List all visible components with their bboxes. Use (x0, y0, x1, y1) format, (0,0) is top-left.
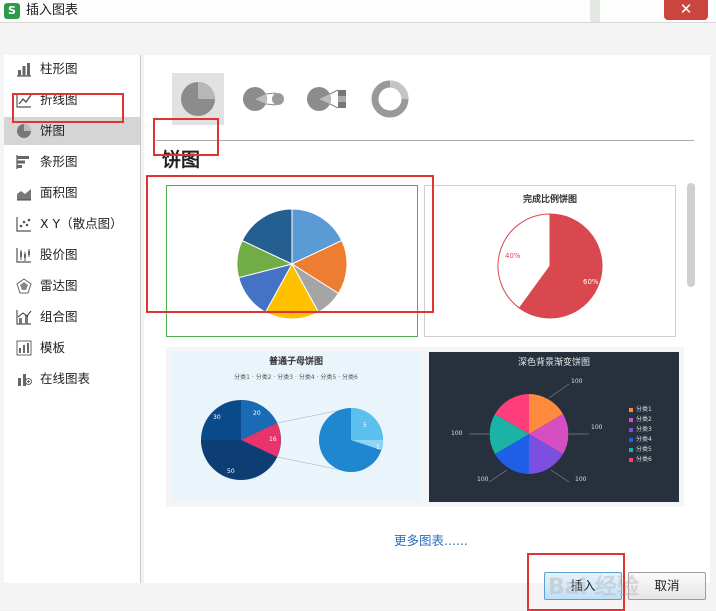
template-title: 普通子母饼图 (268, 357, 323, 367)
value-label: 100 (571, 378, 583, 385)
pie-label: 30 (213, 414, 221, 421)
pie-chart-preview (236, 208, 348, 320)
value-label: 100 (591, 424, 603, 431)
sidebar-item-stock[interactable]: 股价图 (4, 241, 140, 269)
legend-item: 分类5 (636, 446, 652, 453)
doughnut-icon (371, 80, 409, 118)
completion-pie-preview (497, 213, 603, 319)
background-streak (590, 0, 600, 22)
sidebar-item-label: 雷达图 (40, 278, 78, 293)
bar-of-pie-icon (307, 87, 346, 111)
pie-label: 20 (253, 410, 261, 417)
tab-doughnut[interactable] (364, 73, 416, 125)
sidebar-item-area[interactable]: 面积图 (4, 179, 140, 207)
sidebar-item-scatter[interactable]: X Y（散点图） (4, 210, 140, 238)
legend-item: 分类1 (636, 406, 652, 413)
legend-item: 分类6 (636, 456, 652, 463)
pie-label: 16 (269, 436, 277, 443)
pie-label: 5 (363, 422, 367, 429)
templates-scrollbar[interactable] (687, 183, 695, 287)
sidebar-item-label: 条形图 (40, 154, 78, 169)
legend-item: 分类5 (320, 374, 337, 381)
template-pie-basic[interactable] (166, 185, 418, 337)
sidebar-item-column[interactable]: 柱形图 (4, 55, 140, 83)
stock-chart-icon (16, 248, 31, 263)
sidebar-item-label: 组合图 (40, 309, 78, 324)
more-charts-link[interactable]: 更多图表...... (394, 533, 468, 549)
pie-label-40: 40% (505, 252, 521, 260)
template-title: 深色背景渐变饼图 (517, 358, 590, 368)
sidebar-item-online[interactable]: 在线图表 (4, 365, 140, 393)
sidebar-item-label: 模板 (40, 340, 66, 355)
legend-item: 分类1 (234, 374, 250, 381)
pie-icon (181, 82, 215, 116)
pie-of-pie-preview (201, 400, 383, 480)
legend-item: 分类2 (636, 416, 652, 423)
online-chart-icon (18, 374, 32, 386)
pie-chart-icon (17, 124, 31, 138)
template-legend: 分类1 分类2 分类3 分类4 分类5 分类6 (636, 405, 652, 465)
template-completion-pie[interactable]: 完成比例饼图 40% 60% (424, 185, 676, 337)
title-bar: S 插入图表 ✕ (0, 0, 716, 23)
legend-item: 分类4 (636, 436, 652, 443)
pie-of-pie-icon (243, 87, 284, 111)
tab-bar-of-pie[interactable] (300, 73, 352, 125)
sidebar-item-label: 在线图表 (40, 371, 91, 386)
combo-chart-icon (16, 310, 32, 325)
tab-pie-of-pie[interactable] (236, 73, 288, 125)
sidebar-item-pie[interactable]: 饼图 (4, 117, 140, 145)
pie-label: 50 (227, 468, 235, 475)
tab-pie[interactable] (172, 73, 224, 125)
watermark: Bai 经验 (548, 575, 639, 600)
legend-item: 分类2 (255, 374, 272, 381)
window-title: 插入图表 (26, 3, 79, 18)
radar-chart-icon (16, 278, 32, 294)
section-divider (156, 140, 694, 141)
value-label: 100 (477, 476, 489, 483)
chart-type-sidebar: 柱形图 折线图 饼图 条形图 面积图 X Y（散点图） 股价图 雷达图 组合图 … (4, 55, 141, 583)
sidebar-item-label: 柱形图 (40, 61, 78, 76)
horizontal-bar-icon (16, 155, 29, 169)
app-logo-icon: S (4, 3, 20, 19)
template-legend: 分类1 · 分类2 · 分类3 · 分类4 · 分类5 · 分类6 (234, 374, 358, 381)
pie-label: 1 (376, 444, 380, 451)
section-title: 饼图 (162, 149, 201, 171)
close-button[interactable]: ✕ (664, 0, 708, 20)
sidebar-item-template[interactable]: 模板 (4, 334, 140, 362)
sidebar-item-label: 面积图 (40, 185, 78, 200)
pie-label-60: 60% (583, 278, 599, 286)
chart-content-panel: 饼图 完成比例饼图 40% 60% 普通子母饼图 分类1 · 分类2 · 分类3… (144, 55, 710, 583)
sidebar-item-label: X Y（散点图） (40, 216, 123, 231)
template-pie-of-pie[interactable]: 普通子母饼图 分类1 · 分类2 · 分类3 · 分类4 · 分类5 · 分类6… (166, 347, 426, 507)
legend-item: 分类6 (341, 374, 358, 381)
template-dark-gradient-pie[interactable]: 深色背景渐变饼图 分类1 分类2 分类3 分类4 分类5 分类6 100 100… (424, 347, 684, 507)
legend-item: 分类4 (298, 374, 315, 381)
value-label: 100 (575, 476, 587, 483)
sidebar-item-label: 折线图 (40, 92, 78, 107)
legend-item: 分类3 (636, 426, 652, 433)
template-icon (16, 340, 32, 356)
dark-pie-preview (469, 383, 633, 483)
line-chart-icon (16, 93, 32, 108)
scatter-icon (16, 217, 31, 232)
template-title: 完成比例饼图 (522, 195, 577, 205)
sidebar-item-label: 股价图 (40, 247, 78, 262)
sidebar-item-radar[interactable]: 雷达图 (4, 272, 140, 300)
sidebar-item-horizontal-bar[interactable]: 条形图 (4, 148, 140, 176)
sidebar-item-line[interactable]: 折线图 (4, 86, 140, 114)
dialog-body: 柱形图 折线图 饼图 条形图 面积图 X Y（散点图） 股价图 雷达图 组合图 … (0, 23, 716, 611)
value-label: 100 (451, 430, 463, 437)
area-chart-icon (17, 189, 31, 201)
sidebar-item-combo[interactable]: 组合图 (4, 303, 140, 331)
bar-chart-icon (17, 63, 31, 77)
legend-item: 分类3 (277, 374, 294, 381)
cancel-button[interactable]: 取消 (628, 572, 706, 600)
sidebar-item-label: 饼图 (40, 123, 66, 138)
